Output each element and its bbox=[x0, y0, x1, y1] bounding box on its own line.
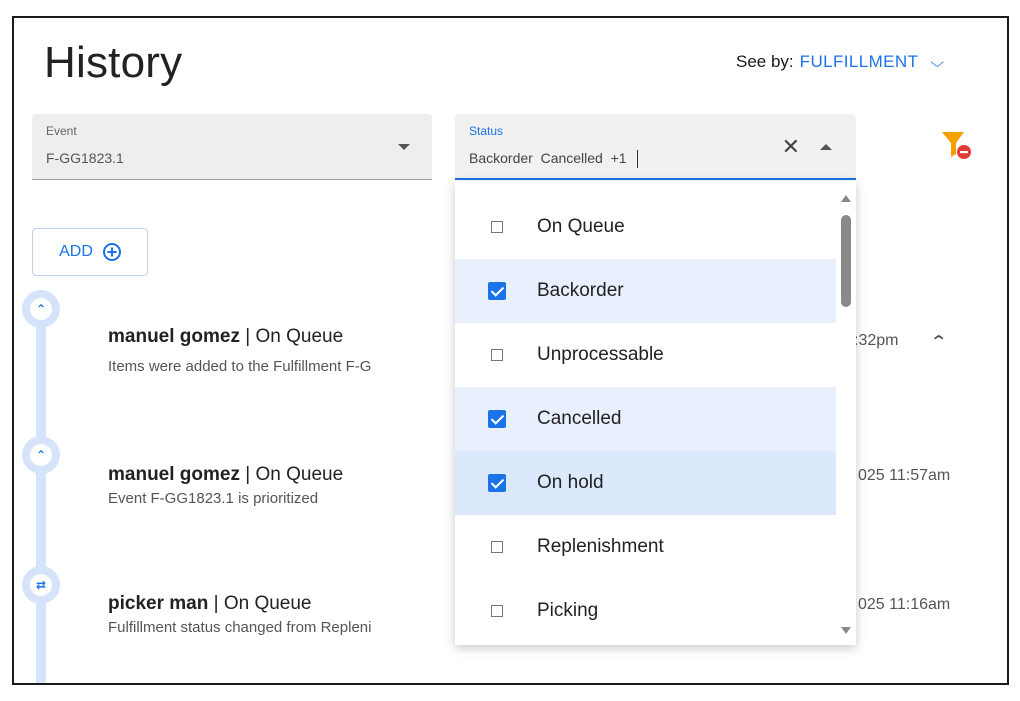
entry-status: | On Queue bbox=[239, 326, 344, 347]
event-label: Event bbox=[46, 124, 77, 138]
chevron-up-icon: ⌃ bbox=[30, 444, 52, 466]
status-option-label: Backorder bbox=[537, 280, 624, 301]
checkbox-checked[interactable] bbox=[488, 474, 506, 492]
entry-timestamp: 025 11:57am bbox=[858, 467, 951, 484]
checkbox[interactable] bbox=[491, 605, 503, 617]
chevron-up-icon[interactable] bbox=[820, 144, 832, 150]
history-panel: History See by: FULFILLMENT ⌵ Event F-GG… bbox=[12, 16, 1009, 685]
history-entry: manuel gomez | On Queue Event F-GG1823.1… bbox=[108, 464, 343, 507]
add-circle-icon bbox=[102, 243, 121, 261]
entry-description: Event F-GG1823.1 is prioritized bbox=[108, 490, 319, 507]
see-by-value[interactable]: FULFILLMENT bbox=[800, 52, 919, 72]
entry-user: manuel gomez bbox=[108, 326, 240, 347]
see-by-selector[interactable]: See by: FULFILLMENT ⌵ bbox=[736, 52, 945, 72]
status-option[interactable]: On Queue bbox=[455, 195, 836, 259]
entry-heading: manuel gomez | On Queue bbox=[108, 464, 343, 486]
checkbox-checked[interactable] bbox=[488, 410, 506, 428]
entry-heading: manuel gomez | On Queue bbox=[108, 326, 371, 348]
dropdown-caret-icon[interactable] bbox=[398, 144, 410, 150]
status-option-label: Picking bbox=[537, 600, 599, 621]
page-title: History bbox=[44, 38, 183, 87]
event-select[interactable]: Event F-GG1823.1 bbox=[32, 114, 432, 180]
swap-icon: ⇄ bbox=[30, 574, 52, 596]
status-option-label: Replenishment bbox=[537, 536, 664, 557]
status-value[interactable]: Backorder Cancelled +1 bbox=[469, 150, 638, 169]
text-cursor bbox=[636, 150, 638, 169]
entry-timestamp: :32pm bbox=[854, 332, 899, 349]
entry-description: Items were added to the Fulfillment F-G bbox=[108, 358, 372, 375]
status-option[interactable]: Replenishment bbox=[455, 515, 836, 579]
status-option-label: Cancelled bbox=[537, 408, 622, 429]
status-option-label: On Queue bbox=[537, 216, 625, 237]
status-label: Status bbox=[469, 124, 504, 138]
entry-status: | On Queue bbox=[239, 464, 344, 485]
entry-timestamp: 025 11:16am bbox=[858, 596, 951, 613]
timeline-node[interactable]: ⇄ bbox=[22, 566, 60, 604]
status-option[interactable]: On hold bbox=[455, 451, 836, 515]
entry-user: picker man bbox=[108, 593, 209, 614]
chevron-down-icon[interactable]: ⌵ bbox=[931, 54, 945, 71]
filter-remove-icon[interactable] bbox=[938, 126, 974, 162]
add-button-label: ADD bbox=[59, 243, 93, 260]
status-multiselect[interactable]: Status Backorder Cancelled +1 ✕ bbox=[455, 114, 856, 180]
see-by-label: See by: bbox=[736, 52, 794, 71]
chevron-up-icon[interactable]: ⌃ bbox=[929, 332, 948, 352]
status-option[interactable]: Backorder bbox=[455, 259, 836, 323]
history-entry: manuel gomez | On Queue Items were added… bbox=[108, 326, 371, 375]
chevron-up-icon: ⌃ bbox=[30, 298, 52, 320]
checkbox-checked[interactable] bbox=[488, 282, 506, 300]
entry-heading: picker man | On Queue bbox=[108, 593, 371, 615]
event-value: F-GG1823.1 bbox=[46, 150, 124, 166]
entry-description: Fulfillment status changed from Repleni bbox=[108, 619, 372, 636]
entry-user: manuel gomez bbox=[108, 464, 240, 485]
scroll-down-arrow-icon[interactable] bbox=[841, 627, 851, 634]
entry-status: | On Queue bbox=[208, 593, 312, 614]
status-option[interactable]: Unprocessable bbox=[455, 323, 836, 387]
scroll-up-arrow-icon[interactable] bbox=[841, 195, 851, 202]
history-entry: picker man | On Queue Fulfillment status… bbox=[108, 593, 371, 636]
scrollbar-thumb[interactable] bbox=[841, 215, 851, 307]
clear-icon[interactable]: ✕ bbox=[782, 134, 800, 160]
checkbox[interactable] bbox=[491, 349, 503, 361]
status-option-label: On hold bbox=[537, 472, 604, 493]
timeline-node[interactable]: ⌃ bbox=[22, 290, 60, 328]
status-option[interactable]: Picking bbox=[455, 579, 836, 643]
timeline-node[interactable]: ⌃ bbox=[22, 436, 60, 474]
timeline-track bbox=[36, 308, 46, 683]
status-options-menu: On Queue Backorder Unprocessable Cancell… bbox=[455, 181, 856, 645]
add-button[interactable]: ADD bbox=[32, 228, 148, 276]
status-selected-chips: Backorder Cancelled +1 bbox=[469, 150, 627, 166]
status-option[interactable]: Cancelled bbox=[455, 387, 836, 451]
status-option-label: Unprocessable bbox=[537, 344, 664, 365]
checkbox[interactable] bbox=[491, 221, 503, 233]
checkbox[interactable] bbox=[491, 541, 503, 553]
